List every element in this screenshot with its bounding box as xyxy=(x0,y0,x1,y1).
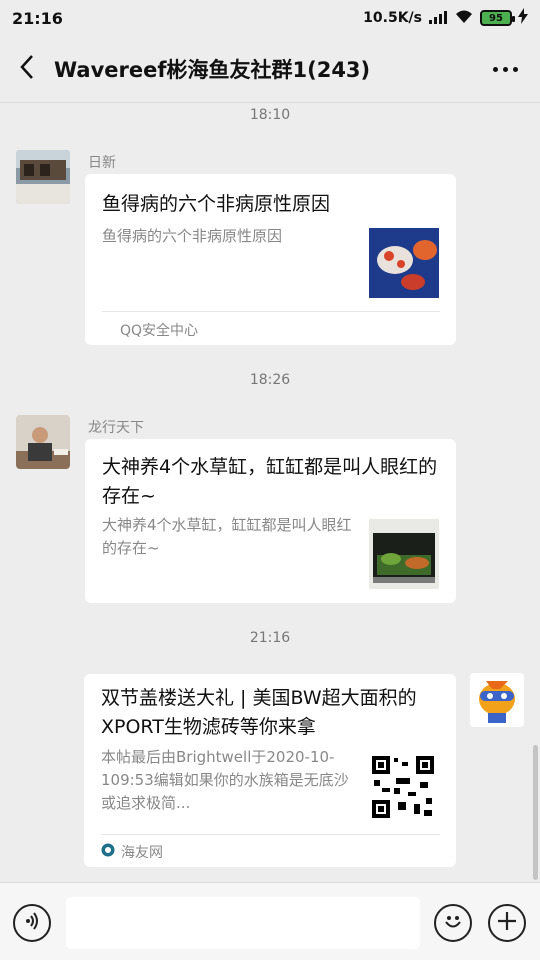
back-button[interactable] xyxy=(0,36,54,102)
charging-icon xyxy=(518,8,528,28)
signal-icon xyxy=(428,9,448,28)
avatar[interactable] xyxy=(16,150,70,204)
card-divider xyxy=(102,311,440,312)
link-card[interactable]: 双节盖楼送大礼 | 美国BW超大面积的XPORT生物滤砖等你来拿 本帖最后由Br… xyxy=(84,674,456,867)
message-input[interactable] xyxy=(66,897,420,949)
card-title: 大神养4个水草缸，缸缸都是叫人眼红的存在~ xyxy=(102,456,438,507)
sender-name: 龙行天下 xyxy=(88,420,144,436)
emoji-button[interactable] xyxy=(434,904,472,942)
card-source-name: 海友网 xyxy=(121,845,163,861)
card-source: 海友网 xyxy=(101,842,163,862)
card-source-name: QQ安全中心 xyxy=(120,323,199,339)
status-time: 21:16 xyxy=(12,8,63,28)
emoji-icon xyxy=(441,909,465,937)
wifi-icon xyxy=(454,9,474,28)
voice-button[interactable] xyxy=(13,904,51,942)
card-thumbnail xyxy=(368,752,438,822)
sender-name: 日新 xyxy=(88,155,116,171)
chat-header: Wavereef彬海鱼友社群1(243) xyxy=(0,36,540,102)
timestamp: 21:16 xyxy=(249,630,291,646)
card-thumbnail xyxy=(369,228,439,298)
voice-icon xyxy=(22,911,42,935)
timestamp: 18:26 xyxy=(249,372,291,388)
source-logo-icon xyxy=(101,843,115,861)
header-divider xyxy=(0,102,540,103)
battery-level: 95 xyxy=(489,12,503,24)
input-bar xyxy=(0,882,540,960)
timestamp: 18:10 xyxy=(249,107,291,123)
card-description: 大神养4个水草缸，缸缸都是叫人眼红的存在~ xyxy=(102,516,352,557)
network-speed: 10.5K/s xyxy=(363,10,422,26)
more-button[interactable] xyxy=(488,54,522,84)
chat-title: Wavereef彬海鱼友社群1(243) xyxy=(54,58,371,82)
card-title: 鱼得病的六个非病原性原因 xyxy=(102,193,331,215)
status-indicators: 10.5K/s 95 xyxy=(363,8,528,28)
card-description: 本帖最后由Brightwell于2020-10-109:53编辑如果你的水族箱是… xyxy=(101,748,349,812)
avatar[interactable] xyxy=(16,415,70,469)
add-button[interactable] xyxy=(488,904,526,942)
link-card[interactable]: 鱼得病的六个非病原性原因 鱼得病的六个非病原性原因 QQ安全中心 xyxy=(85,174,456,345)
more-icon xyxy=(492,66,498,72)
card-description: 鱼得病的六个非病原性原因 xyxy=(102,227,283,245)
link-card[interactable]: 大神养4个水草缸，缸缸都是叫人眼红的存在~ 大神养4个水草缸，缸缸都是叫人眼红的… xyxy=(85,439,456,603)
scrollbar[interactable] xyxy=(533,745,538,880)
card-thumbnail xyxy=(369,519,439,589)
card-source: QQ安全中心 xyxy=(120,320,198,340)
back-arrow-icon xyxy=(19,54,35,84)
card-title: 双节盖楼送大礼 | 美国BW超大面积的XPORT生物滤砖等你来拿 xyxy=(101,687,417,738)
battery-icon: 95 xyxy=(480,10,515,26)
add-icon xyxy=(496,910,518,936)
card-divider xyxy=(101,834,440,835)
self-avatar[interactable] xyxy=(470,673,524,727)
status-bar: 21:16 10.5K/s 95 xyxy=(0,0,540,36)
